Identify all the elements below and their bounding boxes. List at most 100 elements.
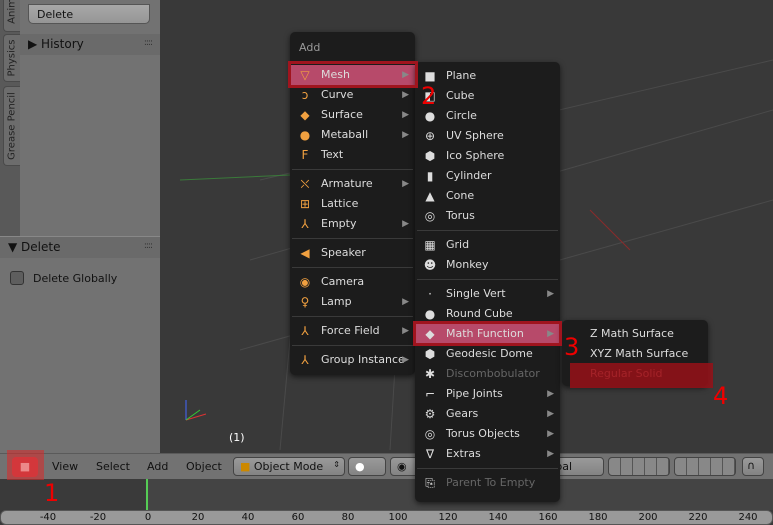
menu-item-lattice[interactable]: ⊞ Lattice (290, 194, 415, 214)
menu-item-label: Torus (446, 209, 475, 222)
extras-icon: ∇ (425, 447, 435, 461)
ruler-tick: 160 (538, 512, 558, 523)
menu-separator (417, 279, 558, 280)
menu-item-label: Gears (446, 407, 479, 420)
menu-item-camera[interactable]: ◉ Camera (290, 272, 415, 292)
armature-icon: ⛌ (300, 177, 310, 191)
menu-item-cone[interactable]: ▲ Cone (415, 186, 560, 206)
menu-item-pipe-joints[interactable]: ⌐ Pipe Joints ▶ (415, 384, 560, 404)
history-label: History (41, 37, 84, 51)
axis-gizmo-icon (185, 400, 207, 421)
round-cube-icon: ● (424, 307, 436, 321)
timeline[interactable] (0, 479, 773, 510)
scene-layers-2[interactable] (674, 457, 736, 476)
menu-item-curve[interactable]: ↄ Curve ▶ (290, 85, 415, 105)
menu-item-label: Cone (446, 189, 475, 202)
mode-select[interactable]: ■ Object Mode ⇕ (233, 457, 345, 476)
menu-item-speaker[interactable]: ◀ Speaker (290, 243, 415, 263)
mode-label: Object Mode (253, 460, 324, 473)
grip-icon[interactable]: :::: (144, 241, 153, 251)
menu-item-grid[interactable]: ▦ Grid (415, 235, 560, 255)
expand-arrow-icon: ▶ (28, 37, 42, 51)
menu-item-empty[interactable]: ⅄ Empty ▶ (290, 214, 415, 234)
menu-item-circle[interactable]: ● Circle (415, 106, 560, 126)
menu-item-label: XYZ Math Surface (590, 347, 689, 360)
y-axis-line (179, 174, 291, 181)
menu-item-plane[interactable]: ■ Plane (415, 66, 560, 86)
menu-item-extras[interactable]: ∇ Extras ▶ (415, 444, 560, 464)
checkbox-icon[interactable] (10, 271, 24, 285)
submenu-arrow-icon: ▶ (547, 289, 554, 299)
menu-item-label: Surface (321, 108, 363, 121)
annotation-3: 3 (564, 333, 580, 361)
tab-animation[interactable]: Anim (3, 0, 20, 32)
menu-item-label: Empty (321, 217, 357, 230)
add-menu-title: Add (299, 41, 321, 54)
menu-item-uv-sphere[interactable]: ⊕ UV Sphere (415, 126, 560, 146)
operator-panel: ▼ Delete:::: Delete Globally (0, 236, 160, 453)
object-cube-icon: ■ (240, 460, 254, 473)
annotation-1: 1 (44, 479, 60, 507)
menu-item-gears[interactable]: ⚙ Gears ▶ (415, 404, 560, 424)
menu-item-force-field[interactable]: ⅄ Force Field ▶ (290, 321, 415, 341)
menu-item-label: Speaker (321, 246, 366, 259)
ruler-tick: -20 (89, 512, 107, 523)
menu-item-torus[interactable]: ◎ Torus (415, 206, 560, 226)
history-panel-header[interactable]: ▶ History:::: (20, 34, 160, 55)
submenu-arrow-icon: ▶ (547, 389, 554, 399)
menu-item-geodesic-dome[interactable]: ⬢ Geodesic Dome (415, 344, 560, 364)
gears-icon: ⚙ (424, 407, 436, 421)
menu-item-lamp[interactable]: ♀ Lamp ▶ (290, 292, 415, 312)
mesh-menu: ■ Plane ◧ Cube ● Circle ⊕ UV Sphere ⬢ Ico Sphere ▮… (415, 62, 560, 502)
menu-item-metaball[interactable]: ● Metaball ▶ (290, 125, 415, 145)
menu-item-xyz-math-surface[interactable]: XYZ Math Surface (562, 344, 708, 364)
solid-sphere-icon: ● (355, 460, 365, 473)
scene-layers[interactable] (608, 457, 670, 476)
submenu-arrow-icon: ▶ (402, 326, 409, 336)
menu-object[interactable]: Object (186, 460, 222, 473)
menu-item-label: Ico Sphere (446, 149, 505, 162)
menu-item-text[interactable]: F Text (290, 145, 415, 165)
menu-item-cube[interactable]: ◧ Cube (415, 86, 560, 106)
tab-physics[interactable]: Physics (3, 34, 20, 82)
ruler-tick: -40 (39, 512, 57, 523)
menu-item-label: Curve (321, 88, 354, 101)
delete-panel-header[interactable]: ▼ Delete:::: (0, 237, 160, 258)
timeline-ruler[interactable]: -40 -20 0 20 40 60 80 100 120 140 160 180 200 220 240 (0, 510, 773, 525)
ruler-tick: 80 (341, 512, 355, 523)
ruler-tick: 100 (388, 512, 408, 523)
curve-icon: ↄ (301, 88, 309, 102)
menu-item-parent-to-empty: ⎘ Parent To Empty (415, 473, 560, 493)
snap-toggle[interactable]: ∩ (742, 457, 764, 476)
menu-item-group-instance[interactable]: ⅄ Group Instance ▶ (290, 350, 415, 370)
menu-add[interactable]: Add (147, 460, 168, 473)
submenu-arrow-icon: ▶ (402, 355, 409, 365)
grid-icon: ▦ (424, 238, 436, 252)
grip-icon[interactable]: :::: (144, 38, 153, 48)
menu-item-z-math-surface[interactable]: Z Math Surface (562, 324, 708, 344)
speaker-icon: ◀ (300, 246, 310, 260)
menu-item-monkey[interactable]: ☻ Monkey (415, 255, 560, 275)
delete-button[interactable]: Delete (28, 4, 150, 24)
delete-globally-checkbox[interactable]: Delete Globally (10, 271, 117, 285)
tab-label: Anim (6, 0, 18, 24)
current-frame-marker[interactable] (146, 479, 148, 510)
menu-item-armature[interactable]: ⛌ Armature ▶ (290, 174, 415, 194)
menu-item-label: Cube (446, 89, 475, 102)
shading-select[interactable]: ● (348, 457, 386, 476)
menu-separator (292, 345, 413, 346)
menu-item-surface[interactable]: ◆ Surface ▶ (290, 105, 415, 125)
torus-icon: ◎ (424, 209, 436, 223)
menu-item-single-vert[interactable]: · Single Vert ▶ (415, 284, 560, 304)
menu-view[interactable]: View (52, 460, 78, 473)
empty-icon: ⅄ (301, 217, 309, 231)
tab-grease-pencil[interactable]: Grease Pencil (3, 86, 20, 166)
menu-item-cylinder[interactable]: ▮ Cylinder (415, 166, 560, 186)
force-field-icon: ⅄ (301, 324, 309, 338)
menu-item-label: UV Sphere (446, 129, 504, 142)
menu-item-ico-sphere[interactable]: ⬢ Ico Sphere (415, 146, 560, 166)
menu-select[interactable]: Select (96, 460, 130, 473)
menu-item-torus-objects[interactable]: ◎ Torus Objects ▶ (415, 424, 560, 444)
menu-item-label: Grid (446, 238, 470, 251)
viewport-header: ■ View Select Add Object ■ Object Mode⇕ … (0, 453, 773, 479)
